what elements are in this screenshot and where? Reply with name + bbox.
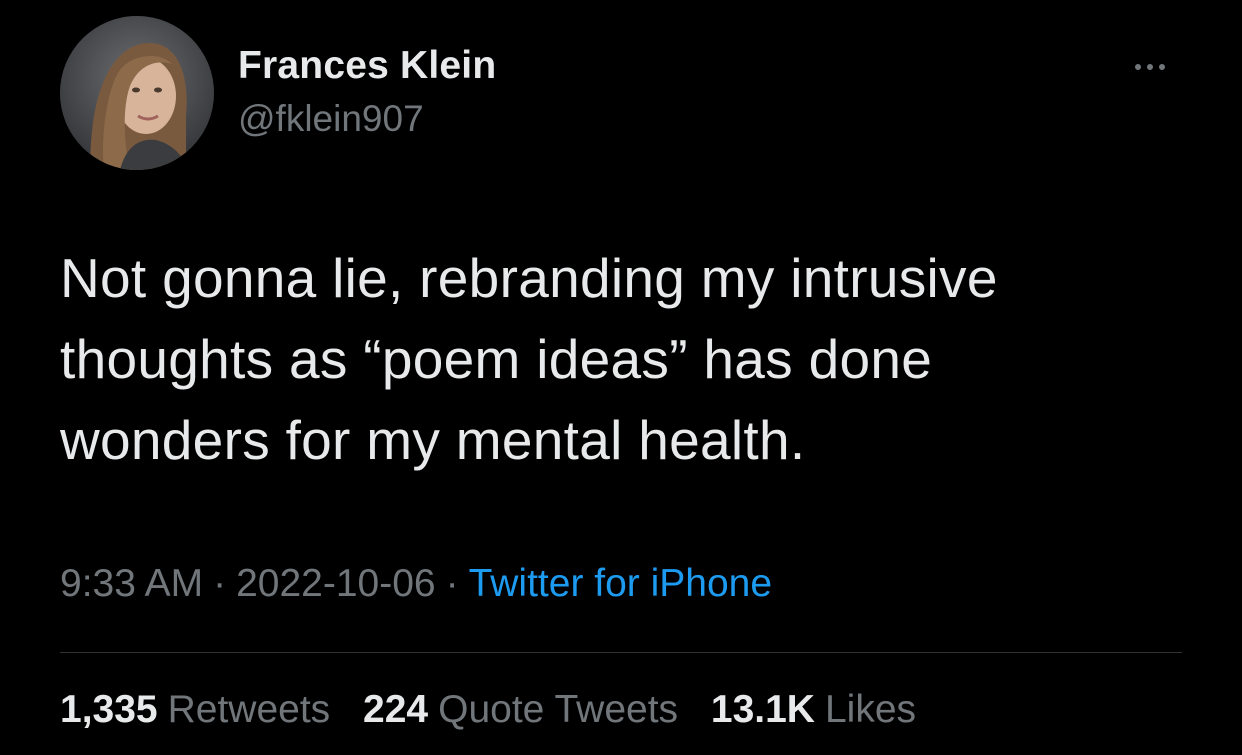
tweet-meta: 9:33 AM · 2022-10-06 · Twitter for iPhone bbox=[60, 562, 772, 606]
quote-tweets-count: 224 bbox=[363, 688, 429, 731]
likes-count: 13.1K bbox=[710, 688, 815, 731]
tweet-source-link[interactable]: Twitter for iPhone bbox=[469, 562, 772, 605]
tweet-text-line: wonders for my mental health. bbox=[60, 409, 806, 471]
tweet-text-line: Not gonna lie, rebranding my intrusive bbox=[60, 247, 998, 309]
author-handle[interactable]: @fklein907 bbox=[238, 98, 424, 140]
tweet-date[interactable]: 2022-10-06 bbox=[236, 562, 436, 605]
likes-stat[interactable]: 13.1K Likes bbox=[711, 688, 916, 731]
more-horizontal-icon bbox=[1147, 64, 1153, 70]
meta-separator: · bbox=[445, 562, 459, 605]
more-horizontal-icon bbox=[1159, 64, 1165, 70]
profile-photo bbox=[60, 16, 214, 170]
author-display-name[interactable]: Frances Klein bbox=[238, 44, 496, 88]
tweet-text-line: thoughts as “poem ideas” has done bbox=[60, 328, 933, 390]
avatar[interactable] bbox=[60, 16, 214, 170]
meta-separator: · bbox=[213, 562, 227, 605]
quote-tweets-stat[interactable]: 224 Quote Tweets bbox=[363, 688, 678, 731]
quote-tweets-label: Quote Tweets bbox=[438, 688, 679, 731]
tweet-time[interactable]: 9:33 AM bbox=[60, 562, 203, 605]
retweets-count: 1,335 bbox=[60, 688, 158, 731]
likes-label: Likes bbox=[824, 688, 917, 731]
more-options-button[interactable] bbox=[1118, 52, 1182, 82]
divider bbox=[60, 652, 1182, 653]
more-horizontal-icon bbox=[1135, 64, 1141, 70]
tweet-stats: 1,335 Retweets 224 Quote Tweets 13.1K Likes bbox=[60, 688, 938, 732]
retweets-stat[interactable]: 1,335 Retweets bbox=[60, 688, 330, 731]
retweets-label: Retweets bbox=[167, 688, 331, 731]
tweet-text: Not gonna lie, rebranding my intrusive t… bbox=[60, 238, 1180, 481]
